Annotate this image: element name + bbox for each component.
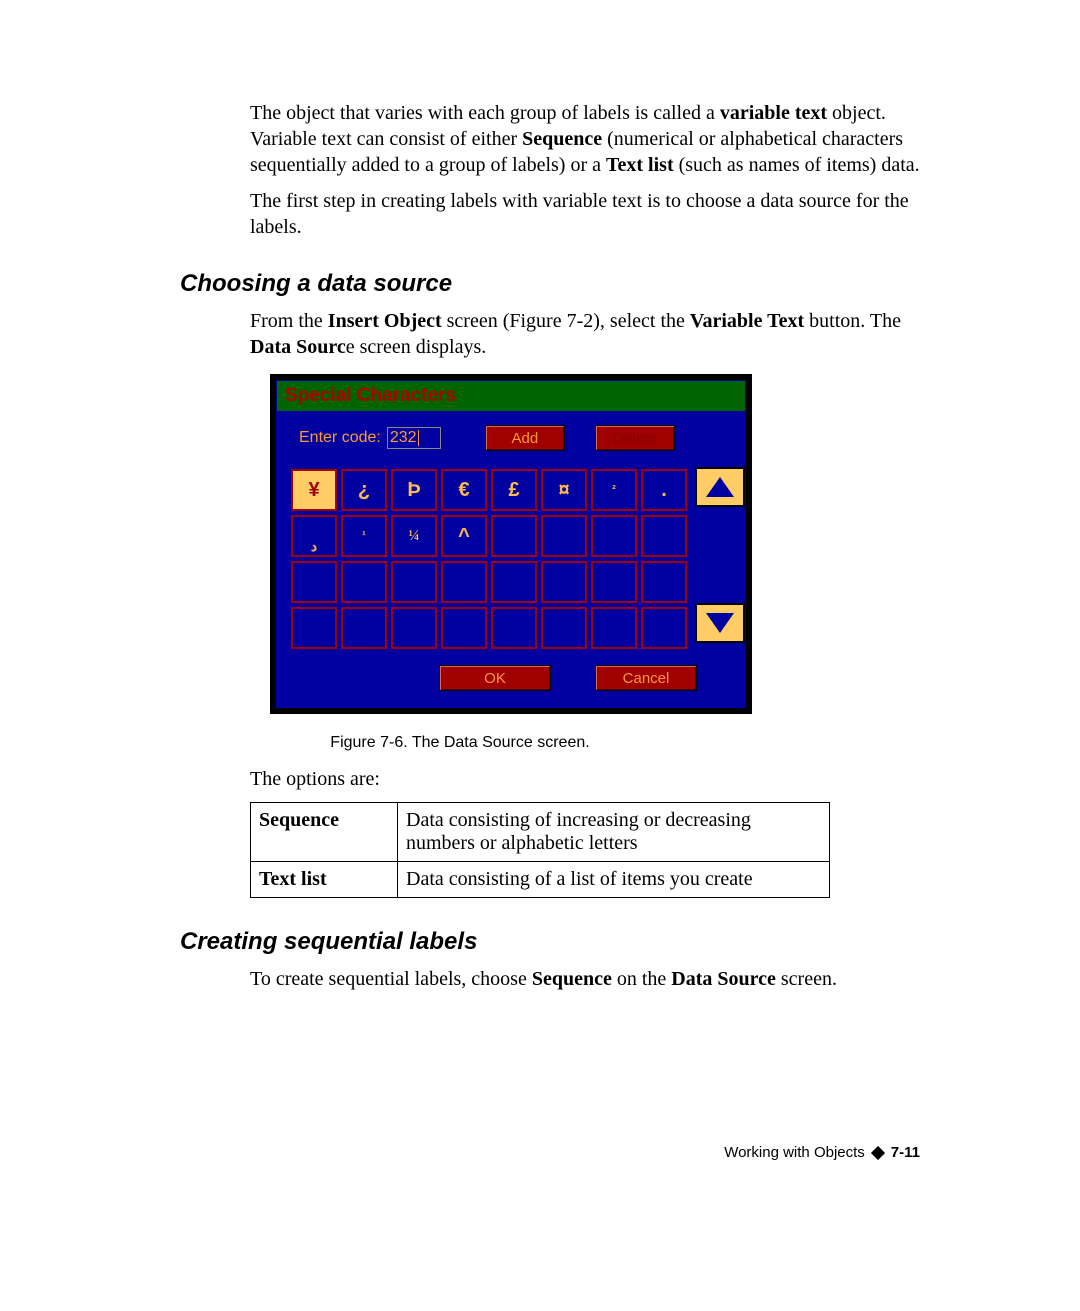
paragraph-choose-source: From the Insert Object screen (Figure 7-…	[250, 308, 920, 360]
page-footer: Working with Objects 7-11	[724, 1144, 920, 1161]
char-cell[interactable]: ¼	[391, 515, 437, 557]
char-cell[interactable]	[591, 607, 637, 649]
figure-caption: Figure 7-6. The Data Source screen.	[200, 734, 720, 752]
ok-button[interactable]: OK	[439, 665, 551, 691]
char-cell[interactable]	[491, 515, 537, 557]
char-cell[interactable]: €	[441, 469, 487, 511]
char-cell[interactable]	[541, 607, 587, 649]
char-cell[interactable]: ^	[441, 515, 487, 557]
char-cell[interactable]	[641, 607, 687, 649]
char-cell[interactable]: .	[641, 469, 687, 511]
table-row: Sequence Data consisting of increasing o…	[251, 803, 830, 862]
char-cell[interactable]	[441, 561, 487, 603]
paragraph-intro-1: The object that varies with each group o…	[250, 100, 920, 178]
char-cell[interactable]	[341, 561, 387, 603]
char-cell[interactable]	[641, 561, 687, 603]
data-source-screen: Special Characters Enter code: 232 Add D…	[270, 374, 752, 714]
scroll-down-button[interactable]	[695, 603, 745, 643]
char-cell[interactable]: Þ	[391, 469, 437, 511]
char-cell[interactable]: ¤	[541, 469, 587, 511]
triangle-down-icon	[706, 613, 734, 633]
options-table: Sequence Data consisting of increasing o…	[250, 802, 830, 898]
char-cell[interactable]: د	[291, 515, 337, 557]
triangle-up-icon	[706, 477, 734, 497]
char-cell[interactable]: ¿	[341, 469, 387, 511]
add-button[interactable]: Add	[485, 425, 565, 451]
cancel-button[interactable]: Cancel	[595, 665, 697, 691]
char-cell[interactable]	[641, 515, 687, 557]
char-cell[interactable]	[291, 607, 337, 649]
char-cell[interactable]: £	[491, 469, 537, 511]
options-intro: The options are:	[250, 766, 920, 792]
option-desc: Data consisting of a list of items you c…	[398, 862, 830, 898]
dialog-title: Special Characters	[277, 381, 745, 411]
char-cell[interactable]	[491, 561, 537, 603]
paragraph-intro-2: The first step in creating labels with v…	[250, 188, 920, 240]
delete-button[interactable]: Delete	[595, 425, 675, 451]
option-desc: Data consisting of increasing or decreas…	[398, 803, 830, 862]
option-label: Sequence	[251, 803, 398, 862]
heading-choosing-data-source: Choosing a data source	[180, 270, 920, 298]
char-cell[interactable]	[541, 515, 587, 557]
char-cell[interactable]	[291, 561, 337, 603]
table-row: Text list Data consisting of a list of i…	[251, 862, 830, 898]
char-cell[interactable]: ¥	[291, 469, 337, 511]
enter-code-input[interactable]: 232	[387, 427, 441, 449]
char-cell[interactable]: ¹	[341, 515, 387, 557]
char-cell[interactable]	[391, 561, 437, 603]
character-grid: ¥ ¿ Þ € £ ¤ ² . د ¹ ¼ ^	[291, 469, 687, 649]
char-cell[interactable]	[341, 607, 387, 649]
scroll-up-button[interactable]	[695, 467, 745, 507]
char-cell[interactable]	[591, 515, 637, 557]
char-cell[interactable]	[391, 607, 437, 649]
enter-code-label: Enter code:	[299, 429, 381, 447]
char-cell[interactable]	[441, 607, 487, 649]
paragraph-create-sequential: To create sequential labels, choose Sequ…	[250, 966, 920, 992]
char-cell[interactable]: ²	[591, 469, 637, 511]
heading-creating-sequential: Creating sequential labels	[180, 928, 920, 956]
char-cell[interactable]	[491, 607, 537, 649]
char-cell[interactable]	[541, 561, 587, 603]
option-label: Text list	[251, 862, 398, 898]
diamond-icon	[871, 1145, 885, 1159]
char-cell[interactable]	[591, 561, 637, 603]
